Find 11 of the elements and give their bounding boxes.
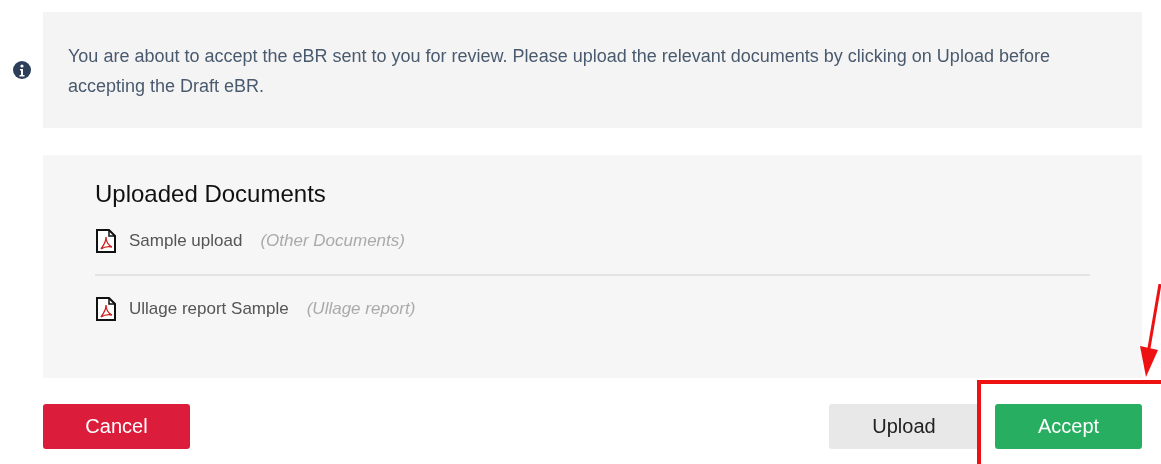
document-name[interactable]: Sample upload: [129, 231, 243, 251]
documents-title: Uploaded Documents: [95, 180, 327, 208]
document-name[interactable]: Ullage report Sample: [129, 299, 289, 319]
pdf-file-icon: [95, 296, 117, 322]
cancel-button[interactable]: Cancel: [43, 404, 190, 449]
document-category: (Ullage report): [306, 299, 416, 319]
pdf-file-icon: [95, 228, 117, 254]
document-category: (Other Documents): [260, 231, 405, 251]
info-icon: [12, 61, 31, 79]
upload-button[interactable]: Upload: [829, 404, 979, 449]
notice-text: You are about to accept the eBR sent to you for review. Please upload the relevant documents by clicking on Upload before accepting the Draft eBR.: [68, 45, 1051, 98]
